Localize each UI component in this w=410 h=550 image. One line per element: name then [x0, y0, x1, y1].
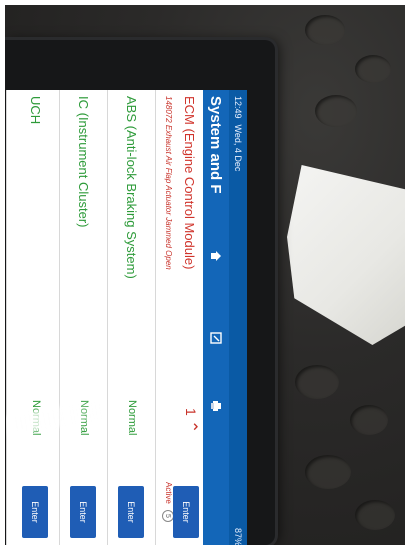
status-time: 12:49: [233, 96, 243, 119]
system-status: Normal: [126, 400, 138, 436]
enter-button[interactable]: Enter: [70, 486, 96, 538]
tablet-screen: 12:49 Wed, 4 Dec 87% System and F ECM (E…: [6, 90, 247, 545]
battery-level: 87%: [233, 527, 243, 545]
edit-icon[interactable]: [206, 324, 226, 352]
workbench-mat: 12:49 Wed, 4 Dec 87% System and F ECM (E…: [5, 5, 405, 545]
mat-texture: [350, 405, 388, 435]
system-name: ECM (Engine Control Module): [182, 96, 197, 270]
mat-texture: [305, 15, 345, 45]
paper-towel: [287, 165, 405, 345]
mat-texture: [355, 500, 395, 530]
status-date: Wed, 4 Dec: [233, 124, 243, 172]
enter-button[interactable]: Enter: [173, 486, 199, 538]
mat-texture: [295, 365, 339, 399]
system-row-abs[interactable]: ABS (Anti-lock Braking System) Normal En…: [107, 90, 155, 545]
app-bar: System and F: [203, 90, 229, 545]
system-row-ic[interactable]: IC (Instrument Cluster) Normal Enter: [59, 90, 107, 545]
mat-texture: [355, 55, 391, 83]
page-title: System and F: [207, 96, 225, 194]
system-list: ECM (Engine Control Module) ⌃ 1 148072 E…: [6, 90, 203, 545]
photo-frame: 12:49 Wed, 4 Dec 87% System and F ECM (E…: [0, 0, 410, 550]
system-row-uch[interactable]: UCH Normal Enter: [6, 90, 59, 545]
print-icon[interactable]: [206, 392, 226, 420]
fault-count: 1: [183, 408, 199, 416]
system-row-ecm[interactable]: ECM (Engine Control Module) ⌃ 1 148072 E…: [155, 90, 203, 545]
fault-chevron-icon: ⌃: [182, 420, 199, 434]
fault-code: 148072 Exhaust Air Flap Actuator Jammed …: [164, 96, 173, 270]
mat-texture: [315, 95, 357, 127]
system-name: IC (Instrument Cluster): [76, 96, 91, 228]
system-name: UCH: [28, 96, 43, 125]
fault-state: Active: [164, 482, 173, 504]
enter-button[interactable]: Enter: [22, 486, 48, 538]
tablet-device: 12:49 Wed, 4 Dec 87% System and F ECM (E…: [5, 40, 275, 545]
diagnostic-app: 12:49 Wed, 4 Dec 87% System and F ECM (E…: [6, 90, 247, 545]
enter-button[interactable]: Enter: [118, 486, 144, 538]
home-icon[interactable]: [206, 242, 226, 270]
status-bar: 12:49 Wed, 4 Dec 87%: [229, 90, 247, 545]
mat-texture: [305, 455, 351, 489]
system-name: ABS (Anti-lock Braking System): [124, 96, 139, 279]
